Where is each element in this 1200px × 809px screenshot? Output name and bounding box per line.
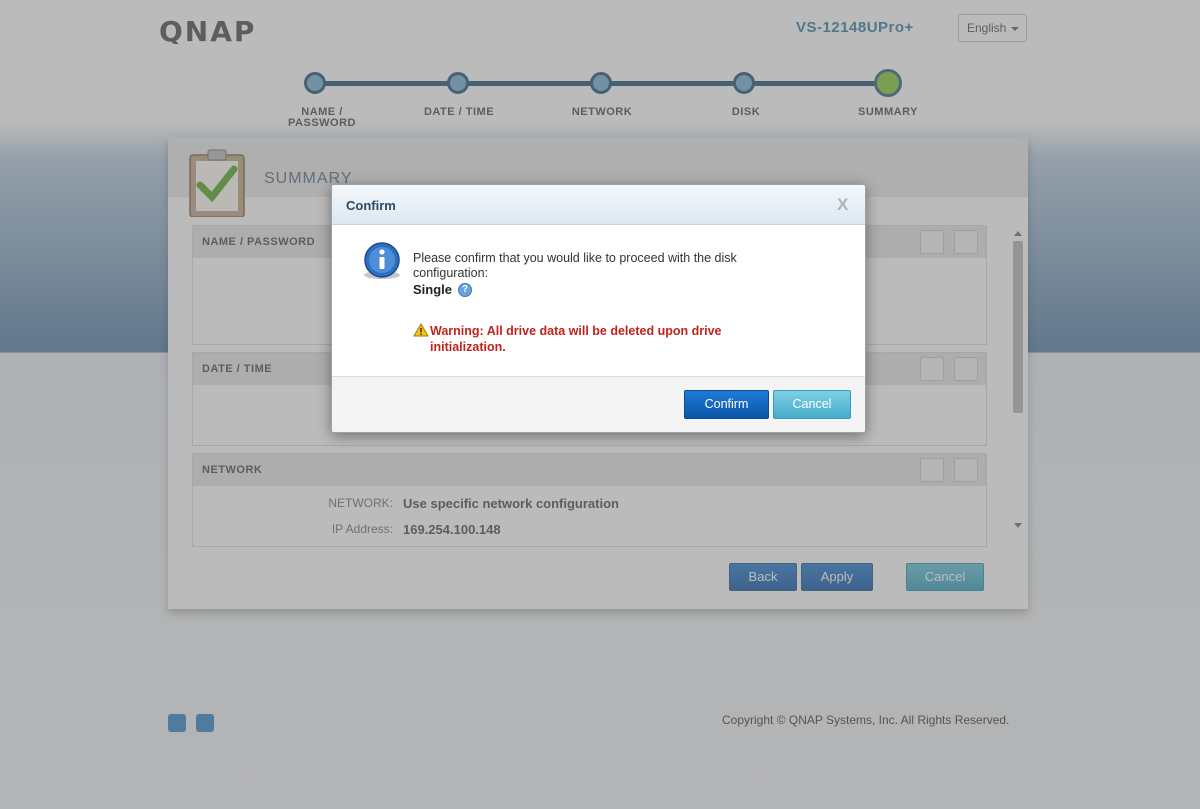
confirm-message: Please confirm that you would like to pr… bbox=[413, 251, 737, 280]
cancel-button[interactable]: Cancel bbox=[773, 390, 851, 419]
help-icon[interactable]: ? bbox=[458, 283, 472, 297]
disk-configuration-value: Single bbox=[413, 282, 453, 297]
close-icon[interactable]: X bbox=[837, 195, 848, 215]
warning-icon bbox=[413, 323, 429, 337]
warning-message: Warning: All drive data will be deleted … bbox=[430, 324, 722, 354]
dialog-header: Confirm X bbox=[332, 185, 865, 225]
confirm-dialog: Confirm X Please confirm that you would … bbox=[331, 184, 866, 433]
confirm-button[interactable]: Confirm bbox=[684, 390, 769, 419]
dialog-title: Confirm bbox=[346, 198, 396, 213]
info-icon bbox=[364, 242, 400, 279]
